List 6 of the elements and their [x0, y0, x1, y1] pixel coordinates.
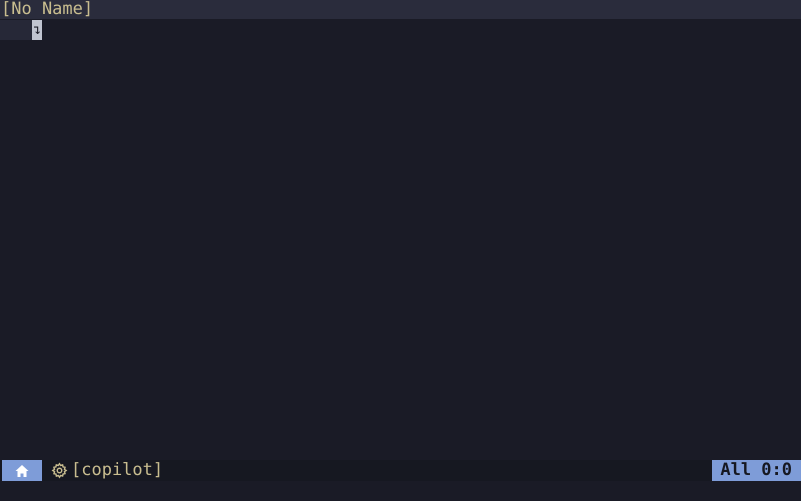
cursor: ↴	[32, 20, 42, 40]
buffer-title[interactable]: [No Name]	[0, 0, 94, 19]
home-icon	[14, 462, 30, 478]
cursor-position: All 0:0	[712, 460, 801, 481]
settings-icon	[51, 462, 68, 479]
plugin-label: [copilot]	[71, 460, 164, 481]
